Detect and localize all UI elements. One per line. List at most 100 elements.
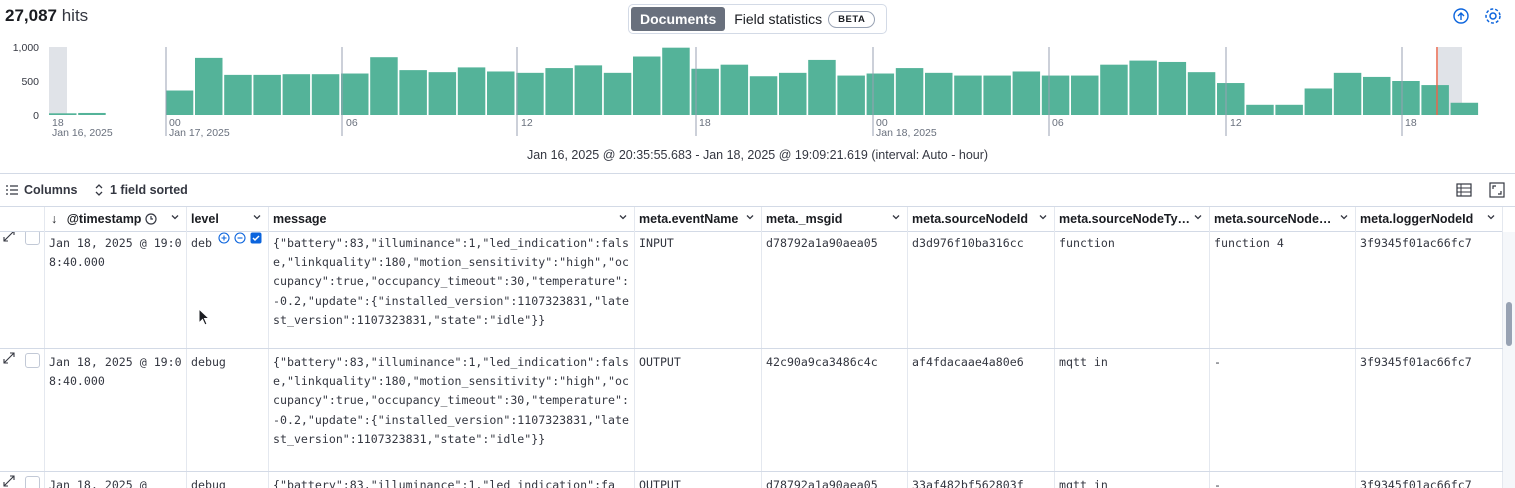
vertical-scrollbar[interactable]: [1503, 232, 1515, 488]
columns-button[interactable]: Columns: [6, 183, 77, 197]
density-icon[interactable]: [1456, 182, 1472, 198]
column-header-msgid[interactable]: meta._msgid: [762, 207, 908, 232]
histogram-bar: [1158, 61, 1187, 115]
histogram-bar: [603, 72, 632, 115]
chevron-down-icon[interactable]: [1486, 212, 1496, 222]
histogram-bar: [224, 74, 252, 115]
cell-level-value: deb: [191, 236, 212, 250]
chevron-down-icon[interactable]: [252, 212, 262, 222]
tab-documents[interactable]: Documents: [631, 7, 726, 31]
column-header-label: message: [273, 212, 327, 226]
column-header-timestamp[interactable]: ↓ @timestamp: [45, 207, 187, 232]
table-row[interactable]: Jan 18, 2025 @ debug {"battery":83,"illu…: [0, 472, 1503, 488]
x-tick-label: 18: [1405, 117, 1417, 129]
cell-message: {"battery":83,"illuminance":1,"led_indic…: [269, 232, 635, 348]
column-header-source-node-type[interactable]: meta.sourceNodeTy…: [1055, 207, 1210, 232]
histogram-bar: [895, 68, 924, 115]
chevron-down-icon[interactable]: [745, 212, 755, 222]
hits-histogram[interactable]: 1,000 500 0 18 Jan 16, 2025 00 Jan 17, 2025 06 1…: [0, 38, 1515, 148]
histogram-bar: [1333, 72, 1362, 115]
checkbox-checked-icon[interactable]: [250, 232, 262, 244]
histogram-bar: [1304, 88, 1333, 115]
histogram-bar: [1217, 83, 1245, 115]
column-header-label: @timestamp: [66, 212, 142, 226]
histogram-bar: [311, 74, 340, 115]
histogram-bar: [253, 74, 281, 115]
chevron-down-icon[interactable]: [891, 212, 901, 222]
row-checkbox[interactable]: [25, 232, 40, 245]
chevron-down-icon[interactable]: [1339, 212, 1349, 222]
column-header-label: level: [191, 212, 219, 226]
gear-icon[interactable]: [1483, 6, 1503, 26]
cell-source-node-type: function: [1055, 232, 1210, 348]
filter-for-value-icon[interactable]: [218, 232, 230, 244]
y-tick-label: 1,000: [13, 42, 39, 54]
x-tick-label: Jan 18, 2025: [876, 127, 937, 139]
histogram-bar: [516, 72, 544, 115]
ai-assistant-icon[interactable]: [1451, 6, 1471, 26]
column-header-label: meta.eventName: [639, 212, 739, 226]
row-checkbox[interactable]: [25, 353, 40, 368]
histogram-bar: [1041, 75, 1070, 115]
sort-button[interactable]: 1 field sorted: [94, 183, 188, 197]
histogram-bar: [954, 75, 982, 115]
tab-field-statistics[interactable]: Field statistics BETA: [725, 7, 884, 31]
cell-timestamp: Jan 18, 2025 @ 19:08:40.000: [45, 232, 187, 348]
histogram-bar: [720, 64, 749, 115]
chevron-down-icon[interactable]: [1038, 212, 1048, 222]
cell-source-node: -: [1210, 349, 1356, 471]
filter-out-value-icon[interactable]: [234, 232, 246, 244]
cell-timestamp: Jan 18, 2025 @: [45, 472, 187, 488]
column-header-message[interactable]: message: [269, 207, 635, 232]
cell-event-name: INPUT: [635, 232, 762, 348]
expand-icon[interactable]: [3, 352, 15, 364]
top-bar: 27,087 hits Documents Field statistics B…: [0, 0, 1515, 38]
time-range-label: Jan 16, 2025 @ 20:35:55.683 - Jan 18, 20…: [526, 148, 989, 162]
histogram-bar: [1450, 102, 1479, 115]
histogram-bar: [779, 72, 807, 115]
column-header-event-name[interactable]: meta.eventName: [635, 207, 762, 232]
chevron-down-icon[interactable]: [1193, 212, 1203, 222]
row-checkbox[interactable]: [25, 476, 40, 488]
cell-source-node-id: d3d976f10ba316cc: [908, 232, 1055, 348]
row-controls: [0, 472, 45, 488]
cell-msgid: d78792a1a90aea05: [762, 472, 908, 488]
histogram-bar: [574, 65, 603, 115]
cell-event-name: OUTPUT: [635, 472, 762, 488]
histogram-bar: [545, 68, 573, 115]
histogram-bar: [1129, 60, 1157, 115]
histogram-bar: [1275, 104, 1303, 115]
cell-source-node: function 4: [1210, 232, 1356, 348]
mouse-pointer-icon: [198, 308, 211, 326]
histogram-bar: [49, 113, 77, 115]
column-header-level[interactable]: level: [187, 207, 269, 232]
cell-message: {"battery":83,"illuminance":1,"led_indic…: [269, 349, 635, 471]
cell-level: debug: [187, 349, 269, 471]
out-of-range-area: [49, 47, 67, 115]
fullscreen-icon[interactable]: [1489, 182, 1505, 198]
table-row[interactable]: Jan 18, 2025 @ 19:08:40.000 debug {"batt…: [0, 349, 1503, 472]
histogram-bar: [78, 112, 106, 115]
scrollbar-thumb[interactable]: [1506, 302, 1512, 346]
column-header-logger-node-id[interactable]: meta.loggerNodeId: [1356, 207, 1503, 232]
table-row[interactable]: Jan 18, 2025 @ 19:08:40.000 deb {"batter…: [0, 232, 1503, 349]
chevron-down-icon[interactable]: [618, 212, 628, 222]
expand-icon[interactable]: [3, 475, 15, 487]
sort-desc-icon[interactable]: ↓: [51, 212, 57, 226]
expand-icon[interactable]: [3, 232, 15, 242]
histogram-bar: [1246, 104, 1274, 115]
histogram-svg: 1,000500018Jan 16, 202500Jan 17, 202506 1…: [13, 42, 1479, 139]
histogram-bar: [457, 67, 486, 115]
tab-field-statistics-label: Field statistics: [734, 11, 823, 27]
chevron-down-icon[interactable]: [170, 212, 180, 222]
cell-event-name: OUTPUT: [635, 349, 762, 471]
histogram-bar: [1012, 71, 1041, 115]
histogram-bar: [662, 47, 690, 115]
cell-logger-node-id: 3f9345f01ac66fc7: [1356, 349, 1503, 471]
cell-source-node-type: mqtt in: [1055, 349, 1210, 471]
column-header-source-node-id[interactable]: meta.sourceNodeId: [908, 207, 1055, 232]
list-icon: [6, 185, 18, 195]
histogram-bar: [370, 57, 398, 115]
column-header-source-node[interactable]: meta.sourceNode…: [1210, 207, 1356, 232]
column-header-label: meta.sourceNodeTy…: [1059, 212, 1191, 226]
